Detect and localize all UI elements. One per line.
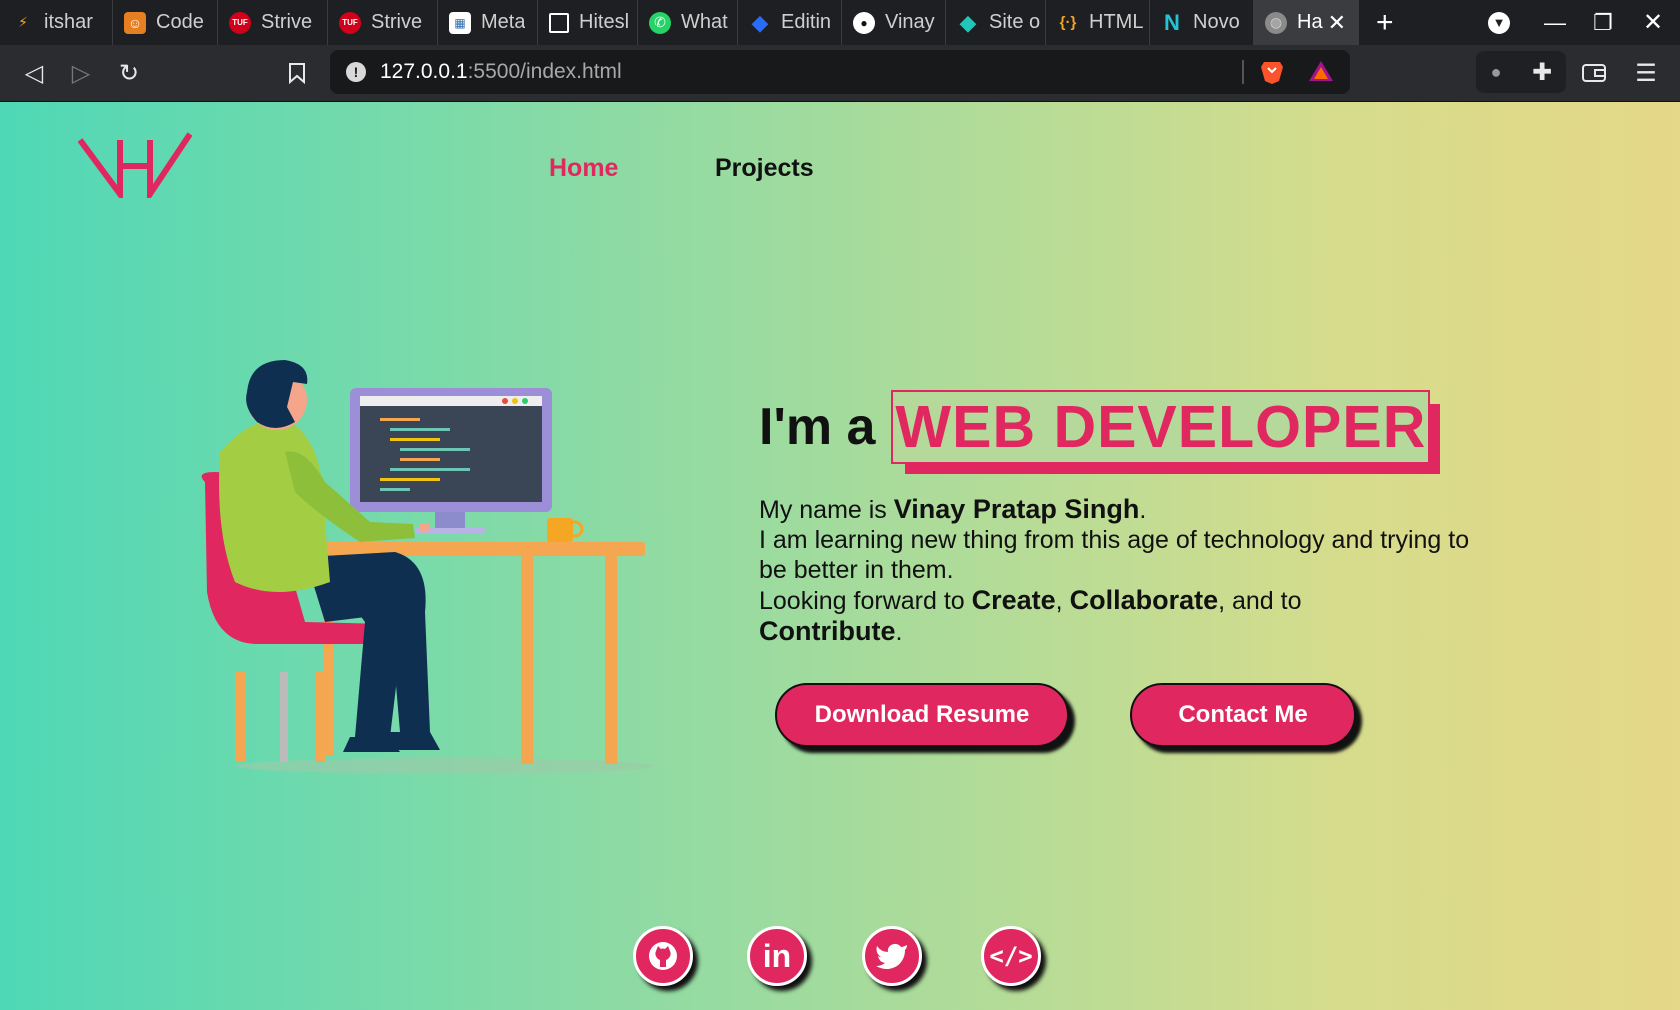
tab-html[interactable]: {·} HTML xyxy=(1045,0,1150,45)
divider xyxy=(1242,60,1244,84)
linkedin-icon[interactable]: in xyxy=(747,926,807,986)
nav-projects-link[interactable]: Projects xyxy=(715,154,814,183)
contact-me-button[interactable]: Contact Me xyxy=(1130,683,1356,747)
tab-github-vinay[interactable]: ● Vinay xyxy=(841,0,946,45)
globe-icon: ◍ xyxy=(1265,11,1287,34)
novo-icon: N xyxy=(1164,9,1180,35)
square-icon xyxy=(549,12,569,33)
developer-name: Vinay Pratap Singh xyxy=(893,494,1140,524)
bolt-icon: ⚡ xyxy=(18,14,28,30)
whatsapp-icon: ✆ xyxy=(649,11,671,34)
tab-strive-1[interactable]: TUF Strive xyxy=(217,0,328,45)
reload-icon[interactable]: ↻ xyxy=(113,57,145,89)
tab-meta[interactable]: ▦ Meta xyxy=(437,0,538,45)
tab-search-icon[interactable]: ▼ xyxy=(1488,0,1510,45)
tab-strive-2[interactable]: TUF Strive xyxy=(327,0,438,45)
wallet-icon[interactable] xyxy=(1578,57,1610,89)
tab-hitesh[interactable]: Hitesl xyxy=(537,0,638,45)
extension-icon[interactable]: ● xyxy=(1480,56,1512,88)
intro-text: My name is Vinay Pratap Singh. I am lear… xyxy=(759,494,1479,647)
tab-whatsapp[interactable]: ✆ What xyxy=(637,0,738,45)
hero-prefix: I'm a xyxy=(759,398,876,456)
download-resume-button[interactable]: Download Resume xyxy=(775,683,1069,747)
nav-home-link[interactable]: Home xyxy=(549,154,618,183)
menu-icon[interactable]: ☰ xyxy=(1630,57,1662,89)
logo[interactable] xyxy=(77,132,193,204)
developer-illustration xyxy=(195,352,655,787)
close-tab-icon[interactable]: ✕ xyxy=(1328,10,1346,36)
hero-heading: I'm a WEB DEVELOPER xyxy=(759,390,1431,464)
tab-novo[interactable]: N Novo xyxy=(1149,0,1254,45)
tab-active[interactable]: ◍ Ha ✕ xyxy=(1253,0,1359,45)
tab-editing[interactable]: ◆ Editin xyxy=(737,0,842,45)
browser-tab-bar: ⚡ itshar ☺ Code TUF Strive TUF Strive ▦ … xyxy=(0,0,1680,45)
code-icon[interactable]: </> xyxy=(981,926,1041,986)
maximize-icon[interactable]: ❐ xyxy=(1593,0,1613,45)
tuf-icon: TUF xyxy=(339,11,361,34)
code-braces-icon: {·} xyxy=(1059,14,1077,31)
tuf-icon: TUF xyxy=(229,11,251,34)
twitter-icon[interactable] xyxy=(862,926,922,986)
close-window-icon[interactable]: ✕ xyxy=(1643,0,1663,45)
browser-toolbar: ◁ ▷ ↻ ! 127.0.0.1:5500/index.html ● ✚ ☰ xyxy=(0,45,1680,102)
site-info-icon[interactable]: ! xyxy=(346,62,366,82)
netlify-icon: ◆ xyxy=(959,9,977,35)
intro-line-learning: I am learning new thing from this age of… xyxy=(759,526,1470,584)
url-path: :5500/index.html xyxy=(467,60,622,83)
github-icon[interactable] xyxy=(633,926,693,986)
hero-role: WEB DEVELOPER xyxy=(891,390,1431,464)
forward-icon[interactable]: ▷ xyxy=(65,57,97,89)
puzzle-icon[interactable]: ✚ xyxy=(1526,56,1558,88)
intro-line-name: My name is Vinay Pratap Singh. xyxy=(759,494,1147,524)
back-icon[interactable]: ◁ xyxy=(18,57,50,89)
url-host: 127.0.0.1 xyxy=(380,60,468,83)
page-content: Home Projects I'm a WEB DEVELOPER My nam… xyxy=(0,102,1680,1010)
diamond-icon: ◆ xyxy=(751,9,769,35)
intro-line-goals: Looking forward to Create, Collaborate, … xyxy=(759,585,1302,646)
new-tab-icon[interactable]: + xyxy=(1376,6,1394,40)
brave-rewards-icon[interactable] xyxy=(1308,59,1334,88)
github-icon: ● xyxy=(853,11,875,34)
minimize-icon[interactable]: — xyxy=(1544,0,1566,45)
bookmark-icon[interactable] xyxy=(281,57,313,89)
tab-itshar[interactable]: ⚡ itshar xyxy=(0,0,113,45)
brave-shield-icon[interactable] xyxy=(1260,59,1284,90)
extensions-group: ● ✚ xyxy=(1476,51,1566,93)
codechef-icon: ☺ xyxy=(124,11,146,34)
meta-icon: ▦ xyxy=(449,11,471,34)
tab-code[interactable]: ☺ Code xyxy=(112,0,218,45)
tab-site[interactable]: ◆ Site o xyxy=(945,0,1046,45)
address-bar[interactable]: ! 127.0.0.1:5500/index.html xyxy=(330,50,1350,94)
